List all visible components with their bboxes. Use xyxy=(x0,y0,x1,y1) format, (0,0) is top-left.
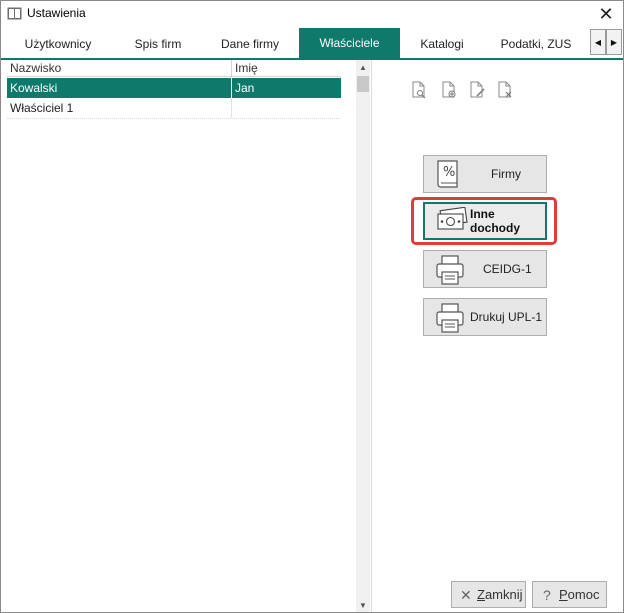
tab-label: Dane firmy xyxy=(220,37,279,51)
cell-imie: Jan xyxy=(235,81,255,95)
zamknij-label: Zamknij xyxy=(477,587,523,602)
printer-icon xyxy=(436,303,464,333)
pomoc-label: Pomoc xyxy=(559,587,600,602)
panel-divider xyxy=(371,60,372,612)
close-icon: ✕ xyxy=(460,587,472,603)
tab-wlasciciele[interactable]: Właściciele xyxy=(299,28,400,58)
column-header-imie[interactable]: Imię xyxy=(235,61,258,75)
tab-dane-firmy[interactable]: Dane firmy xyxy=(201,30,299,58)
title-bar: Ustawienia ✕ xyxy=(1,1,623,27)
tab-label: Właściciele xyxy=(319,36,380,50)
cell-separator xyxy=(231,78,232,98)
vertical-scrollbar[interactable]: ▲ ▼ xyxy=(356,60,370,612)
chevron-left-icon: ◀ xyxy=(594,37,602,47)
settings-window: Ustawienia ✕ Użytkownicy Spis firm Dane … xyxy=(0,0,624,613)
tab-uzytkownicy[interactable]: Użytkownicy xyxy=(1,30,115,58)
drukuj-upl-button[interactable]: Drukuj UPL-1 xyxy=(423,298,547,336)
close-icon: ✕ xyxy=(598,3,614,24)
svg-text:%: % xyxy=(443,165,455,180)
column-header-nazwisko[interactable]: Nazwisko xyxy=(10,61,61,75)
firmy-button[interactable]: % Firmy xyxy=(423,155,547,193)
ceidg-button[interactable]: CEIDG-1 xyxy=(423,250,547,288)
view-document-icon[interactable] xyxy=(411,81,427,99)
book-icon xyxy=(7,7,22,20)
tab-katalogi[interactable]: Katalogi xyxy=(400,30,484,58)
grid-header: Nazwisko Imię xyxy=(7,60,341,77)
owners-grid: Nazwisko Imię Kowalski Jan Właściciel 1 xyxy=(1,60,371,612)
cell-nazwisko: Kowalski xyxy=(10,81,58,95)
edit-document-icon[interactable] xyxy=(469,81,485,99)
add-document-icon[interactable] xyxy=(441,81,457,99)
tab-spis-firm[interactable]: Spis firm xyxy=(115,30,201,58)
help-icon: ? xyxy=(543,587,551,603)
drukuj-upl-label: Drukuj UPL-1 xyxy=(470,310,543,324)
window-title: Ustawienia xyxy=(27,6,86,20)
scroll-up-icon[interactable]: ▲ xyxy=(356,60,370,74)
zamknij-button[interactable]: ✕ Zamknij xyxy=(451,581,526,608)
table-row[interactable]: Kowalski Jan xyxy=(7,78,341,98)
tab-label: Podatki, ZUS xyxy=(500,37,572,51)
highlight-annotation xyxy=(411,197,557,245)
delete-document-icon[interactable] xyxy=(497,81,513,99)
scroll-down-icon[interactable]: ▼ xyxy=(356,598,370,612)
ceidg-label: CEIDG-1 xyxy=(483,262,532,276)
table-row[interactable]: Właściciel 1 xyxy=(7,98,341,119)
pomoc-button[interactable]: ? Pomoc xyxy=(532,581,607,608)
chevron-right-icon: ▶ xyxy=(610,37,618,47)
tab-podatki-zus[interactable]: Podatki, ZUS xyxy=(484,30,588,58)
cell-separator xyxy=(231,98,232,118)
cell-nazwisko: Właściciel 1 xyxy=(10,101,74,115)
close-button[interactable]: ✕ xyxy=(589,1,623,27)
tab-label: Spis firm xyxy=(134,37,182,51)
tab-label: Użytkownicy xyxy=(24,37,92,51)
scrollbar-thumb[interactable] xyxy=(357,76,369,92)
tab-scroll-right-button[interactable]: ▶ xyxy=(606,29,622,55)
tab-scroll-left-button[interactable]: ◀ xyxy=(590,29,606,55)
tab-bar: Użytkownicy Spis firm Dane firmy Właścic… xyxy=(1,28,623,60)
tab-label: Katalogi xyxy=(420,37,464,51)
firmy-label: Firmy xyxy=(491,167,521,181)
column-separator[interactable] xyxy=(231,60,232,76)
percent-book-icon: % xyxy=(437,160,458,188)
printer-icon xyxy=(436,255,464,285)
